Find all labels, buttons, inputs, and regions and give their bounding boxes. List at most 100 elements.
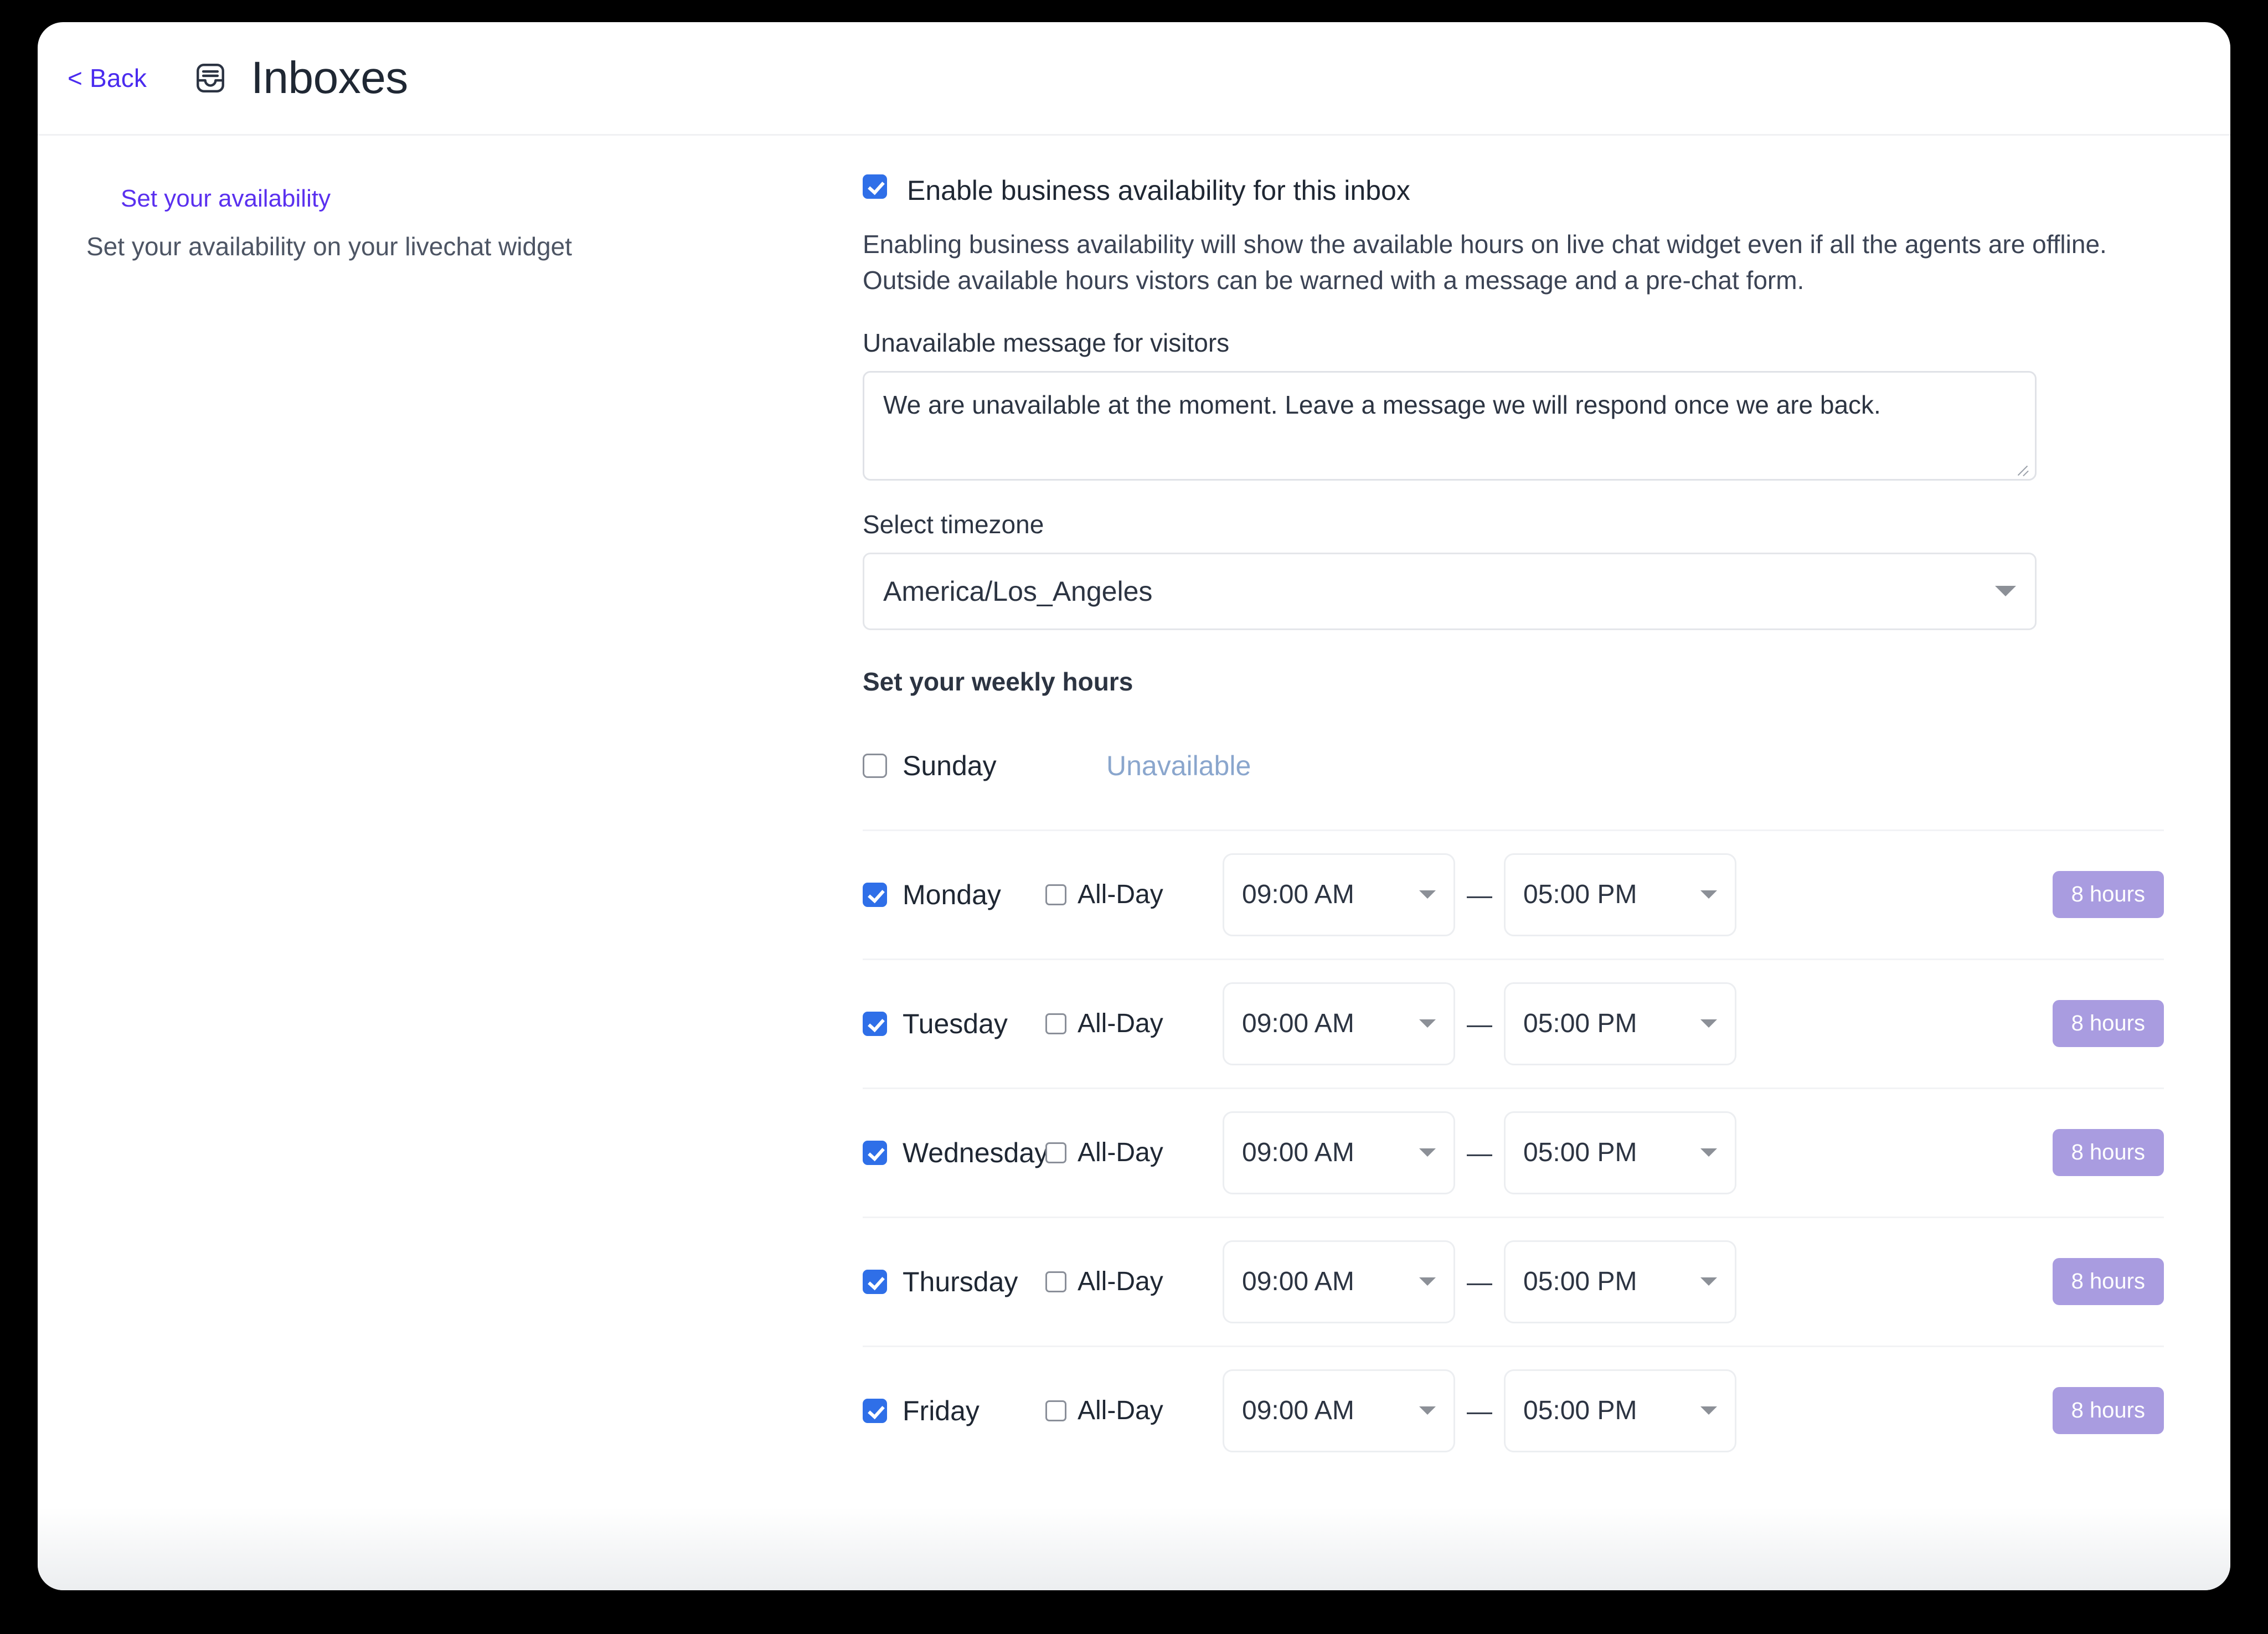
chevron-down-icon <box>1700 1406 1717 1415</box>
day-label: Monday <box>903 879 1001 910</box>
all-day-checkbox[interactable] <box>1045 1142 1066 1163</box>
all-day-label: All-Day <box>1078 1267 1163 1297</box>
settings-form: Enable business availability for this in… <box>863 174 2230 1475</box>
end-time-select[interactable]: 05:00 PM <box>1504 1111 1736 1194</box>
all-day-cell: All-Day <box>1045 879 1223 910</box>
end-time-value: 05:00 PM <box>1523 1009 1637 1039</box>
day-toggle-cell: Friday <box>863 1395 1045 1427</box>
start-time-select[interactable]: 09:00 AM <box>1223 853 1455 936</box>
sidebar-section: Set your availability Set your availabil… <box>38 174 863 1475</box>
availability-description: Enabling business availability will show… <box>863 230 2107 295</box>
time-range-dash: — <box>1467 1009 1492 1038</box>
chevron-down-icon <box>1700 890 1717 899</box>
day-toggle-cell: Tuesday <box>863 1008 1045 1040</box>
day-enabled-checkbox[interactable] <box>863 1140 887 1165</box>
page-title: Inboxes <box>251 53 408 103</box>
end-time-value: 05:00 PM <box>1523 1396 1637 1426</box>
day-toggle-cell: Thursday <box>863 1266 1045 1298</box>
duration-badge[interactable]: 8 hours <box>2052 871 2164 919</box>
day-enabled-checkbox[interactable] <box>863 753 887 778</box>
start-time-select[interactable]: 09:00 AM <box>1223 1369 1455 1452</box>
page-header: < Back Inboxes <box>38 22 2230 136</box>
day-row: Friday All-Day 09:00 AM — 05:00 PM 8 hou… <box>863 1347 2164 1475</box>
all-day-label: All-Day <box>1078 1396 1163 1426</box>
end-time-select[interactable]: 05:00 PM <box>1504 982 1736 1065</box>
day-row: Monday All-Day 09:00 AM — 05:00 PM 8 hou… <box>863 831 2164 960</box>
day-toggle-cell: Sunday <box>863 750 1045 782</box>
sidebar-subtitle: Set your availability on your livechat w… <box>86 231 573 261</box>
day-toggle-cell: Wednesday <box>863 1137 1049 1169</box>
day-row: Sunday Unavailable <box>863 702 2164 831</box>
inbox-icon <box>193 61 228 95</box>
day-unavailable-text: Unavailable <box>1106 750 1251 781</box>
start-time-value: 09:00 AM <box>1242 880 1354 910</box>
start-time-value: 09:00 AM <box>1242 1396 1354 1426</box>
all-day-label: All-Day <box>1078 1009 1163 1039</box>
start-time-value: 09:00 AM <box>1242 1267 1354 1297</box>
chevron-down-icon <box>1700 1148 1717 1157</box>
day-label: Thursday <box>903 1266 1018 1297</box>
time-range-dash: — <box>1467 1138 1492 1167</box>
timezone-select[interactable]: America/Los_Angeles <box>863 552 2037 630</box>
time-range-dash: — <box>1467 1267 1492 1296</box>
day-row: Tuesday All-Day 09:00 AM — 05:00 PM 8 ho… <box>863 960 2164 1089</box>
unavailable-message-textarea[interactable]: We are unavailable at the moment. Leave … <box>863 370 2037 481</box>
start-time-select[interactable]: 09:00 AM <box>1223 982 1455 1065</box>
day-enabled-checkbox[interactable] <box>863 1398 887 1423</box>
page-body: Set your availability Set your availabil… <box>38 136 2230 1475</box>
end-time-value: 05:00 PM <box>1523 1138 1637 1168</box>
all-day-checkbox[interactable] <box>1045 1271 1066 1292</box>
weekly-hours-title: Set your weekly hours <box>863 667 1133 696</box>
day-label: Friday <box>903 1395 980 1426</box>
day-label: Sunday <box>903 750 997 781</box>
end-time-select[interactable]: 05:00 PM <box>1504 1369 1736 1452</box>
start-time-value: 09:00 AM <box>1242 1138 1354 1168</box>
chevron-down-icon <box>1419 1277 1436 1286</box>
all-day-label: All-Day <box>1078 1138 1163 1168</box>
end-time-select[interactable]: 05:00 PM <box>1504 853 1736 936</box>
start-time-select[interactable]: 09:00 AM <box>1223 1111 1455 1194</box>
all-day-cell: All-Day <box>1045 1008 1223 1039</box>
duration-badge[interactable]: 8 hours <box>2052 1129 2164 1177</box>
back-link[interactable]: < Back <box>68 63 147 93</box>
time-range-dash: — <box>1467 1396 1492 1425</box>
timezone-label: Select timezone <box>863 509 1044 539</box>
resize-handle-icon[interactable] <box>2015 460 2029 476</box>
all-day-checkbox[interactable] <box>1045 1013 1066 1034</box>
start-time-value: 09:00 AM <box>1242 1009 1354 1039</box>
all-day-cell: All-Day <box>1045 1395 1223 1426</box>
day-label: Tuesday <box>903 1008 1008 1039</box>
duration-badge[interactable]: 8 hours <box>2052 1258 2164 1306</box>
unavailable-message-label: Unavailable message for visitors <box>863 328 1230 357</box>
scroll-fade-overlay <box>38 1507 2230 1590</box>
day-label: Wednesday <box>903 1137 1049 1168</box>
day-enabled-checkbox[interactable] <box>863 1269 887 1294</box>
sidebar-title: Set your availability <box>121 185 331 212</box>
start-time-select[interactable]: 09:00 AM <box>1223 1240 1455 1323</box>
duration-badge[interactable]: 8 hours <box>2052 1387 2164 1435</box>
chevron-down-icon <box>1419 1019 1436 1028</box>
chevron-down-icon <box>1419 1148 1436 1157</box>
chevron-down-icon <box>1995 586 2016 597</box>
all-day-cell: All-Day <box>1045 1266 1223 1297</box>
chevron-down-icon <box>1419 1406 1436 1415</box>
day-row: Wednesday All-Day 09:00 AM — 05:00 PM 8 … <box>863 1089 2164 1218</box>
duration-badge[interactable]: 8 hours <box>2052 1000 2164 1048</box>
chevron-down-icon <box>1419 890 1436 899</box>
all-day-cell: All-Day <box>1045 1137 1223 1168</box>
end-time-value: 05:00 PM <box>1523 1267 1637 1297</box>
enable-availability-checkbox[interactable] <box>863 174 887 199</box>
end-time-value: 05:00 PM <box>1523 880 1637 910</box>
timezone-value: America/Los_Angeles <box>883 575 1153 607</box>
end-time-select[interactable]: 05:00 PM <box>1504 1240 1736 1323</box>
day-enabled-checkbox[interactable] <box>863 1011 887 1036</box>
chevron-down-icon <box>1700 1277 1717 1286</box>
all-day-checkbox[interactable] <box>1045 884 1066 905</box>
time-range-dash: — <box>1467 880 1492 909</box>
day-enabled-checkbox[interactable] <box>863 882 887 907</box>
unavailable-message-value: We are unavailable at the moment. Leave … <box>883 390 1881 419</box>
all-day-checkbox[interactable] <box>1045 1400 1066 1421</box>
app-window: < Back Inboxes Set your availability Set… <box>38 22 2230 1590</box>
all-day-label: All-Day <box>1078 880 1163 910</box>
weekly-hours-list: Sunday Unavailable Monday All-Day 09:00 … <box>863 702 2164 1475</box>
